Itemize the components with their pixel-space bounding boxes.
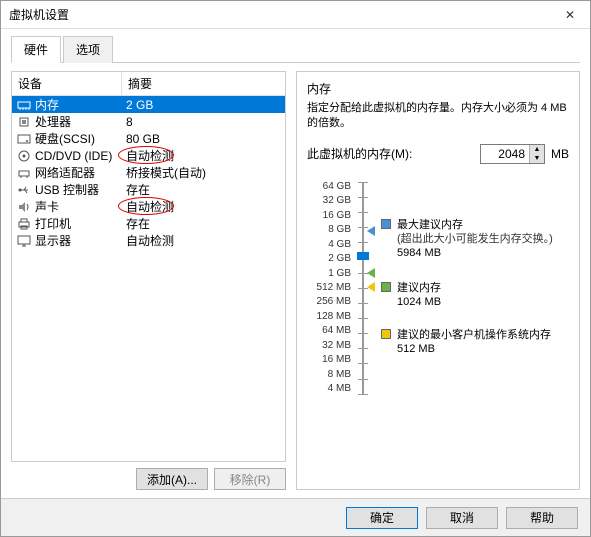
tab-hardware[interactable]: 硬件 xyxy=(11,36,61,63)
hw-row-net[interactable]: 网络适配器桥接模式(自动) xyxy=(12,164,285,181)
col-summary: 摘要 xyxy=(122,72,285,95)
device-summary: 存在 xyxy=(122,215,285,232)
hw-row-usb[interactable]: USB 控制器存在 xyxy=(12,181,285,198)
memory-unit: MB xyxy=(551,147,569,161)
tick-label: 16 GB xyxy=(307,209,351,223)
marker-max-icon xyxy=(367,226,375,236)
legend-rec-val: 1024 MB xyxy=(397,295,441,309)
right-pane: 内存 指定分配给此虚拟机的内存量。内存大小必须为 4 MB 的倍数。 此虚拟机的… xyxy=(296,71,580,490)
window-title: 虚拟机设置 xyxy=(9,6,69,23)
tick-label: 4 MB xyxy=(307,382,351,396)
hw-row-cpu[interactable]: 处理器8 xyxy=(12,113,285,130)
marker-min-icon xyxy=(367,282,375,292)
col-device: 设备 xyxy=(12,72,122,95)
cd-icon xyxy=(16,149,32,163)
device-name: 打印机 xyxy=(35,215,122,232)
legend-rec-title: 建议内存 xyxy=(397,281,441,295)
ok-button[interactable]: 确定 xyxy=(346,507,418,529)
legend-min-icon xyxy=(381,329,391,339)
display-icon xyxy=(16,234,32,248)
tick-label: 32 MB xyxy=(307,339,351,353)
printer-icon xyxy=(16,217,32,231)
device-name: 硬盘(SCSI) xyxy=(35,130,122,147)
memory-section-title: 内存 xyxy=(307,80,569,97)
tick-label: 16 MB xyxy=(307,353,351,367)
device-summary: 存在 xyxy=(122,181,285,198)
tick-label: 4 GB xyxy=(307,238,351,252)
slider-tick-labels: 64 GB32 GB16 GB8 GB4 GB2 GB1 GB512 MB256… xyxy=(307,178,351,398)
legend-max-icon xyxy=(381,219,391,229)
device-summary: 2 GB xyxy=(122,98,285,112)
device-name: 显示器 xyxy=(35,232,122,249)
tick-label: 64 MB xyxy=(307,324,351,338)
device-name: 声卡 xyxy=(35,198,122,215)
tick-label: 2 GB xyxy=(307,252,351,266)
tick-label: 256 MB xyxy=(307,295,351,309)
annotation-circle xyxy=(118,197,174,215)
dialog-footer: 确定 取消 帮助 xyxy=(1,498,590,536)
left-pane: 设备 摘要 内存2 GB处理器8硬盘(SCSI)80 GBCD/DVD (IDE… xyxy=(11,71,286,490)
hardware-list: 设备 摘要 内存2 GB处理器8硬盘(SCSI)80 GBCD/DVD (IDE… xyxy=(11,71,286,462)
tab-options[interactable]: 选项 xyxy=(63,36,113,63)
legend-max-title: 最大建议内存 xyxy=(397,218,553,232)
remove-button[interactable]: 移除(R) xyxy=(214,468,286,490)
legend-min-title: 建议的最小客户机操作系统内存 xyxy=(397,328,551,342)
legend: 最大建议内存 (超出此大小可能发生内存交换。) 5984 MB 建议内存 102… xyxy=(375,178,569,398)
memory-section-desc: 指定分配给此虚拟机的内存量。内存大小必须为 4 MB 的倍数。 xyxy=(307,101,569,132)
hw-row-sound[interactable]: 声卡自动检测 xyxy=(12,198,285,215)
device-name: 处理器 xyxy=(35,113,122,130)
tick-label: 1 GB xyxy=(307,267,351,281)
close-button[interactable] xyxy=(550,1,590,29)
device-summary: 自动检测 xyxy=(122,198,285,215)
device-summary: 自动检测 xyxy=(122,232,285,249)
device-name: 网络适配器 xyxy=(35,164,122,181)
tabs: 硬件 选项 xyxy=(11,35,580,63)
tick-label: 512 MB xyxy=(307,281,351,295)
memory-label: 此虚拟机的内存(M): xyxy=(307,145,474,162)
legend-min-val: 512 MB xyxy=(397,342,551,356)
slider-thumb[interactable] xyxy=(357,252,369,260)
legend-max-sub: (超出此大小可能发生内存交换。) xyxy=(397,232,553,246)
hw-row-memory[interactable]: 内存2 GB xyxy=(12,96,285,113)
memory-spinner[interactable]: ▲ ▼ xyxy=(480,144,545,164)
device-summary: 8 xyxy=(122,115,285,129)
hw-list-header: 设备 摘要 xyxy=(12,72,285,96)
tick-label: 128 MB xyxy=(307,310,351,324)
sound-icon xyxy=(16,200,32,214)
memory-slider[interactable] xyxy=(355,178,371,398)
hw-row-printer[interactable]: 打印机存在 xyxy=(12,215,285,232)
device-name: USB 控制器 xyxy=(35,181,122,198)
hw-row-cd[interactable]: CD/DVD (IDE)自动检测 xyxy=(12,147,285,164)
device-summary: 桥接模式(自动) xyxy=(122,164,285,181)
device-name: 内存 xyxy=(35,96,122,113)
tick-label: 64 GB xyxy=(307,180,351,194)
tick-label: 8 GB xyxy=(307,223,351,237)
tick-label: 32 GB xyxy=(307,194,351,208)
usb-icon xyxy=(16,183,32,197)
cpu-icon xyxy=(16,115,32,129)
net-icon xyxy=(16,166,32,180)
marker-rec-icon xyxy=(367,268,375,278)
legend-rec-icon xyxy=(381,282,391,292)
hw-row-disk[interactable]: 硬盘(SCSI)80 GB xyxy=(12,130,285,147)
vm-settings-window: 虚拟机设置 硬件 选项 设备 摘要 内存2 GB处理器8硬盘(SCSI)80 G… xyxy=(0,0,591,537)
tick-label: 8 MB xyxy=(307,368,351,382)
device-name: CD/DVD (IDE) xyxy=(35,149,122,163)
device-summary: 80 GB xyxy=(122,132,285,146)
hw-row-display[interactable]: 显示器自动检测 xyxy=(12,232,285,249)
device-summary: 自动检测 xyxy=(122,147,285,164)
add-button[interactable]: 添加(A)... xyxy=(136,468,208,490)
help-button[interactable]: 帮助 xyxy=(506,507,578,529)
cancel-button[interactable]: 取消 xyxy=(426,507,498,529)
memory-icon xyxy=(16,98,32,112)
memory-input[interactable] xyxy=(481,147,529,161)
titlebar: 虚拟机设置 xyxy=(1,1,590,29)
disk-icon xyxy=(16,132,32,146)
annotation-circle xyxy=(118,146,174,164)
spinner-down-icon[interactable]: ▼ xyxy=(530,154,544,163)
spinner-up-icon[interactable]: ▲ xyxy=(530,145,544,154)
legend-max-val: 5984 MB xyxy=(397,246,553,260)
